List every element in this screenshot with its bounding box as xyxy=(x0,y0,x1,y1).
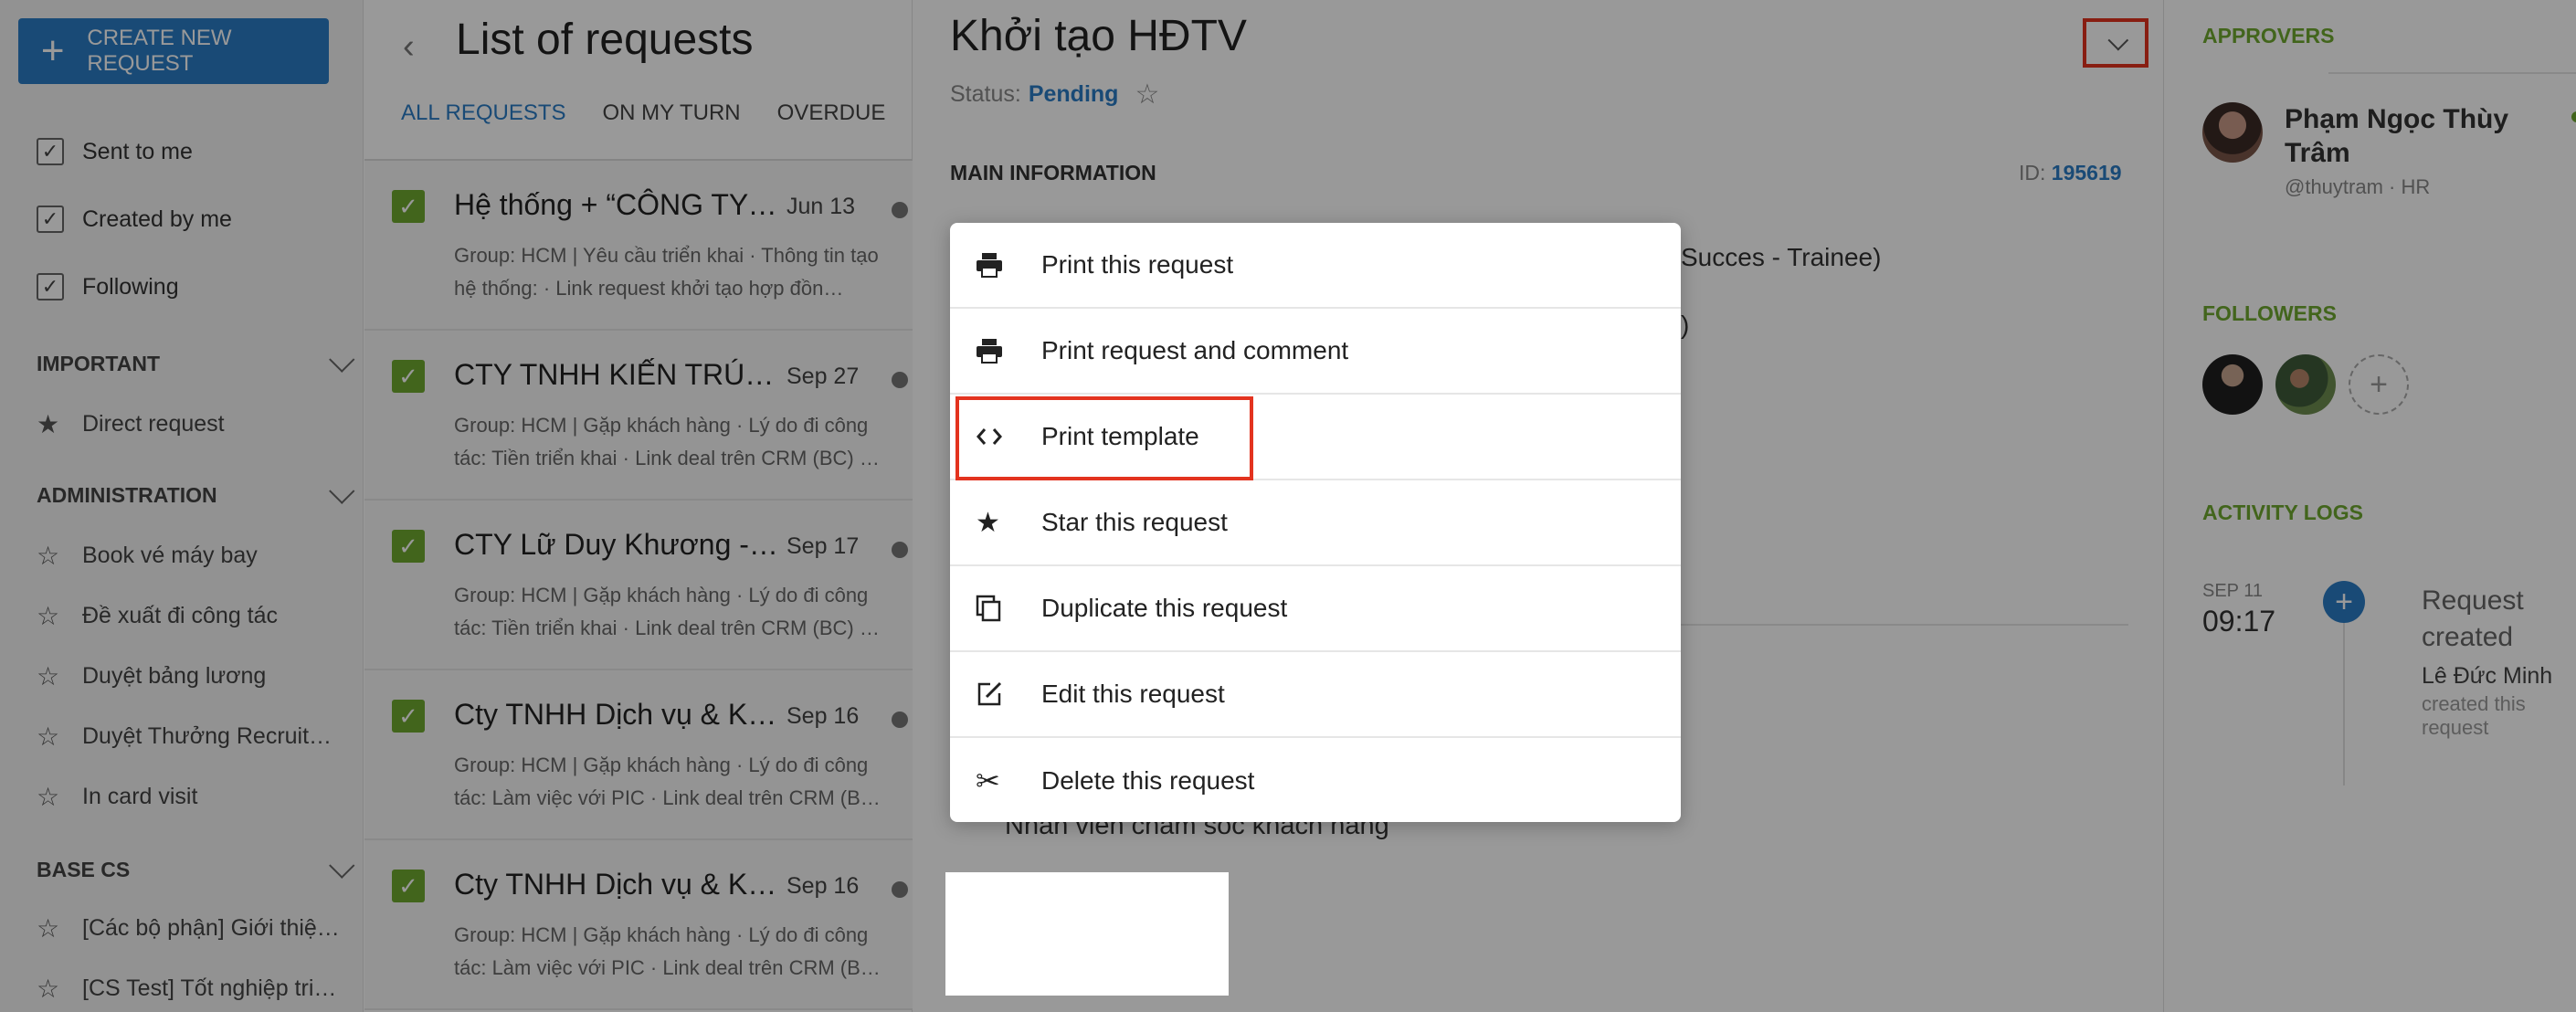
menu-item-edit-request[interactable]: Edit this request xyxy=(950,652,1681,738)
menu-item-label: Delete this request xyxy=(1041,766,1255,795)
menu-item-print-request-comment[interactable]: Print request and comment xyxy=(950,309,1681,395)
edit-icon xyxy=(950,680,1041,708)
highlight-box xyxy=(955,396,1253,480)
star-icon: ★ xyxy=(976,507,1000,538)
menu-item-duplicate-request[interactable]: Duplicate this request xyxy=(950,566,1681,652)
menu-item-label: Duplicate this request xyxy=(1041,594,1288,622)
menu-item-label: Edit this request xyxy=(1041,680,1225,708)
menu-item-label: Star this request xyxy=(1041,508,1228,536)
menu-item-label: Print this request xyxy=(1041,250,1234,279)
printer-icon xyxy=(950,252,1041,278)
scissors-icon: ✂ xyxy=(976,764,1000,797)
duplicate-icon xyxy=(950,595,1041,622)
menu-item-star-request[interactable]: ★ Star this request xyxy=(950,480,1681,566)
menu-item-print-request[interactable]: Print this request xyxy=(950,223,1681,309)
actions-dropdown-menu: Print this request Print request and com… xyxy=(950,223,1681,822)
printer-icon xyxy=(950,338,1041,364)
image-placeholder xyxy=(945,872,1229,996)
menu-item-delete-request[interactable]: ✂ Delete this request xyxy=(950,738,1681,822)
menu-item-label: Print request and comment xyxy=(1041,336,1349,364)
